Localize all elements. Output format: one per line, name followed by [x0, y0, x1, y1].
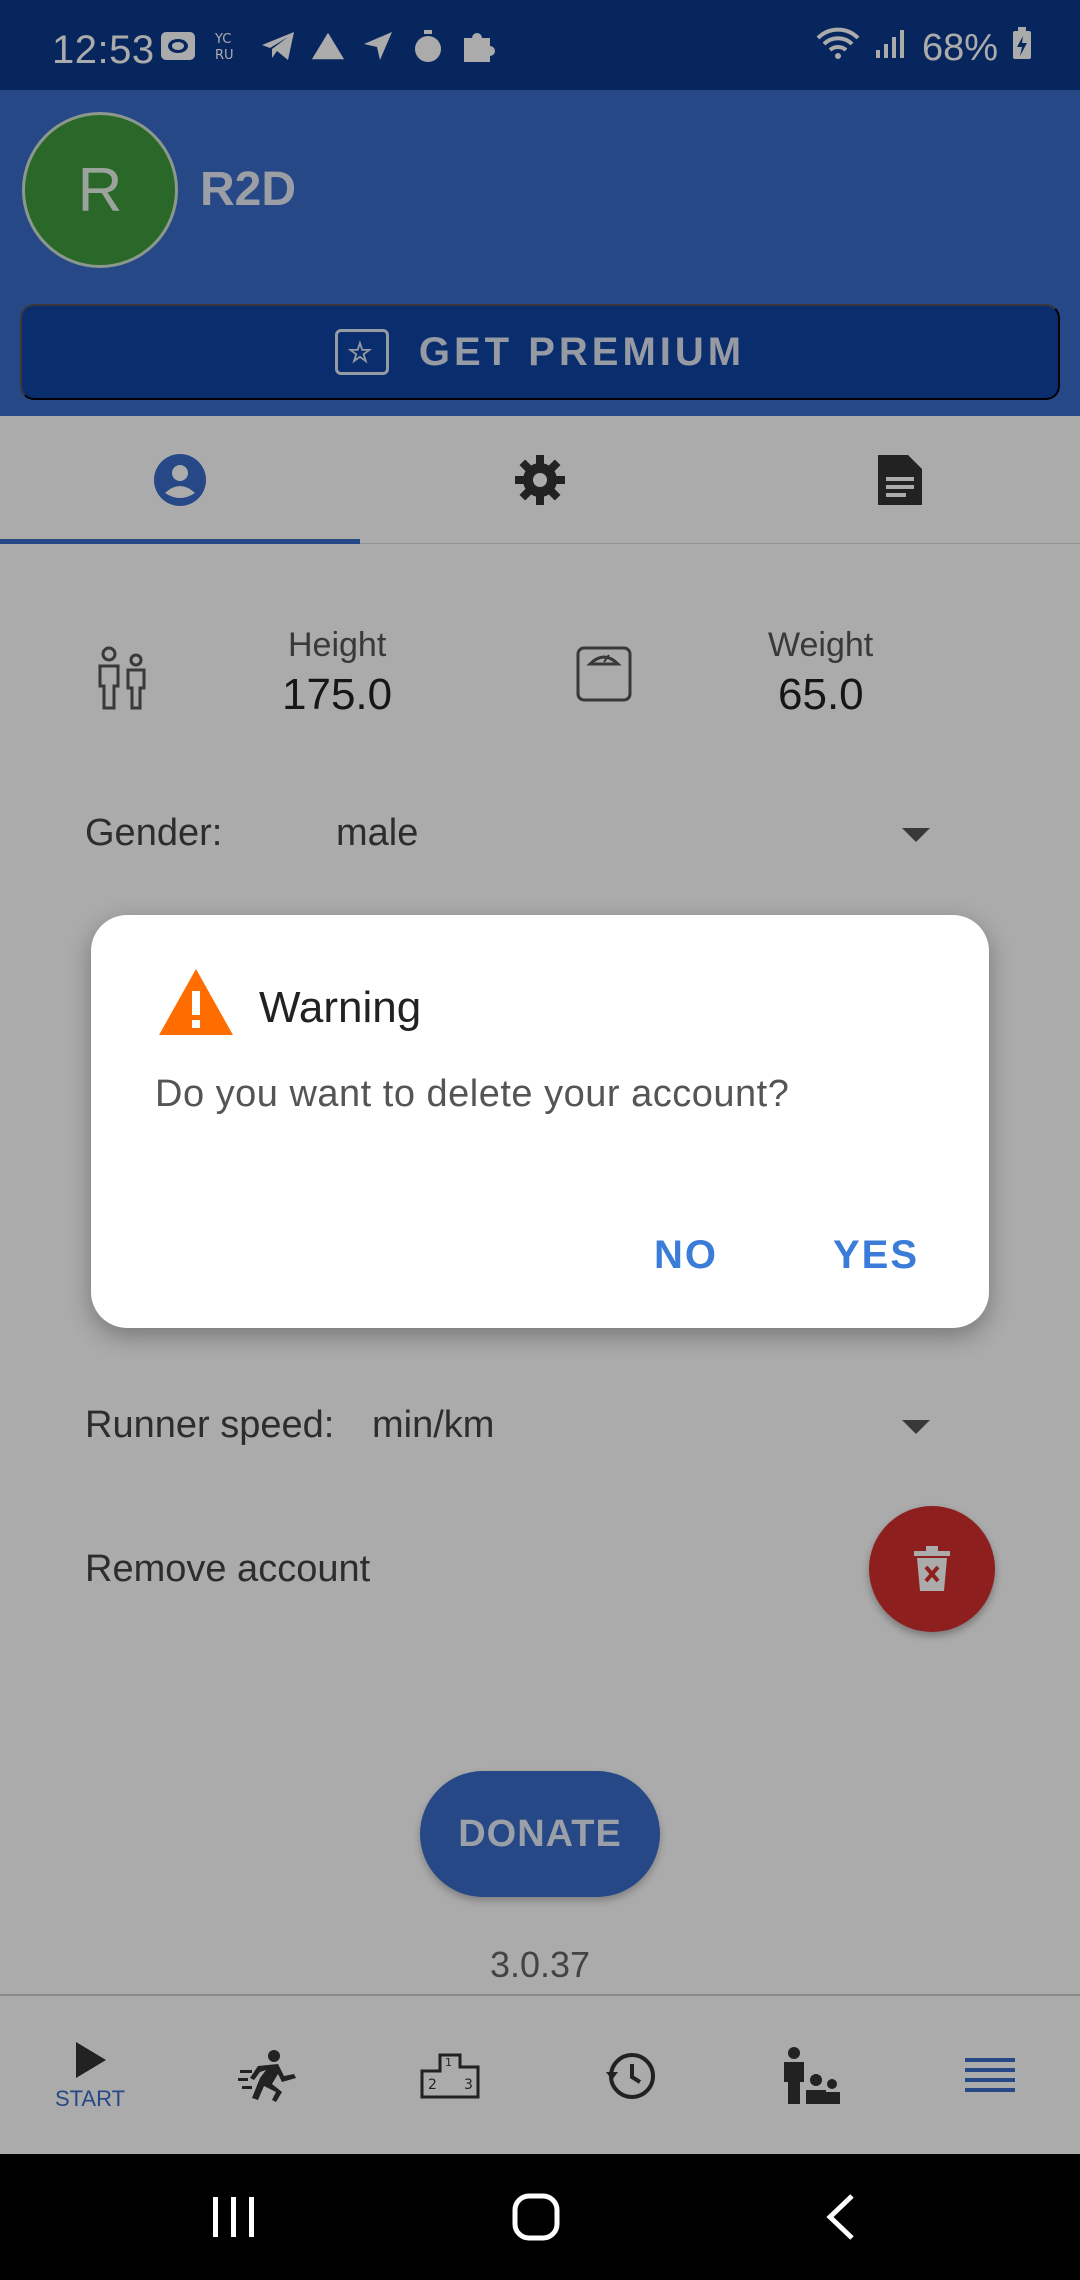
- system-nav-bar: [0, 2154, 1080, 2280]
- recent-apps-icon: [213, 2197, 254, 2237]
- warning-dialog: Warning Do you want to delete your accou…: [91, 915, 989, 1328]
- recent-apps-button[interactable]: [194, 2184, 274, 2250]
- home-button[interactable]: [496, 2184, 576, 2250]
- back-icon: [826, 2194, 854, 2240]
- back-button[interactable]: [800, 2184, 880, 2250]
- dialog-title: Warning: [259, 983, 422, 1032]
- dialog-message: Do you want to delete your account?: [155, 1073, 790, 1115]
- dialog-no-button[interactable]: NO: [654, 1233, 718, 1278]
- home-icon: [512, 2193, 560, 2241]
- dialog-yes-button[interactable]: YES: [833, 1233, 919, 1278]
- warning-icon: [159, 969, 233, 1035]
